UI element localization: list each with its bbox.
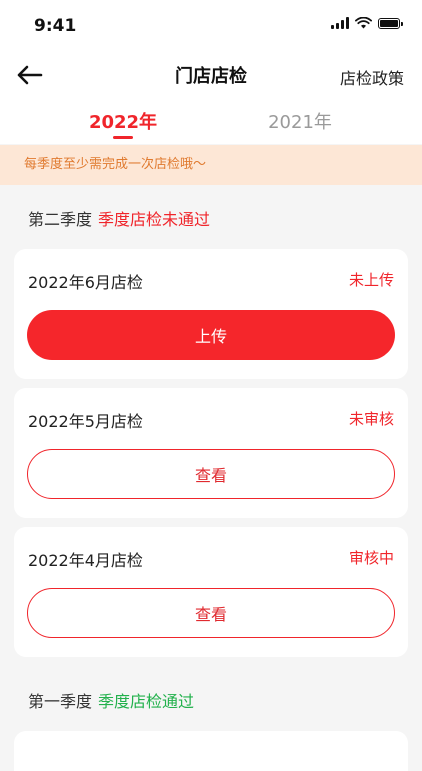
status-time: 9:41 xyxy=(34,16,77,36)
year-tabs: 2022年 2021年 xyxy=(0,100,422,144)
upload-button[interactable]: 上传 xyxy=(27,310,395,360)
wifi-icon xyxy=(355,17,372,29)
status-icons xyxy=(331,17,403,29)
section-title: 第一季度 xyxy=(28,692,93,711)
cellular-signal-icon xyxy=(331,17,349,29)
section-status: 季度店检通过 xyxy=(98,692,195,711)
view-button[interactable]: 查看 xyxy=(27,449,395,499)
status-bar: 9:41 xyxy=(0,0,422,50)
tab-2022[interactable]: 2022年 xyxy=(63,108,183,134)
inspection-card-partial xyxy=(14,731,408,771)
tab-2021[interactable]: 2021年 xyxy=(240,108,360,134)
notice-banner: 每季度至少需完成一次店检哦～ xyxy=(0,145,422,185)
card-title: 2022年4月店检 xyxy=(28,551,143,570)
section-title: 第二季度 xyxy=(28,210,93,229)
inspection-card: 2022年4月店检 审核中 查看 xyxy=(14,527,408,657)
status-badge: 未上传 xyxy=(348,271,394,289)
battery-icon xyxy=(378,17,403,29)
nav-bar: 门店店检 店检政策 xyxy=(0,50,422,100)
card-title: 2022年6月店检 xyxy=(28,273,143,292)
section-status: 季度店检未通过 xyxy=(98,210,211,229)
status-badge: 审核中 xyxy=(348,549,394,567)
inspection-card: 2022年5月店检 未审核 查看 xyxy=(14,388,408,518)
view-button[interactable]: 查看 xyxy=(27,588,395,638)
card-title: 2022年5月店检 xyxy=(28,412,143,431)
policy-link[interactable]: 店检政策 xyxy=(340,65,404,89)
tab-indicator xyxy=(113,136,133,139)
inspection-card: 2022年6月店检 未上传 上传 xyxy=(14,249,408,379)
status-badge: 未审核 xyxy=(348,410,394,428)
section-header-q1: 第一季度 季度店检通过 xyxy=(28,688,194,712)
section-header-q2: 第二季度 季度店检未通过 xyxy=(28,206,210,230)
